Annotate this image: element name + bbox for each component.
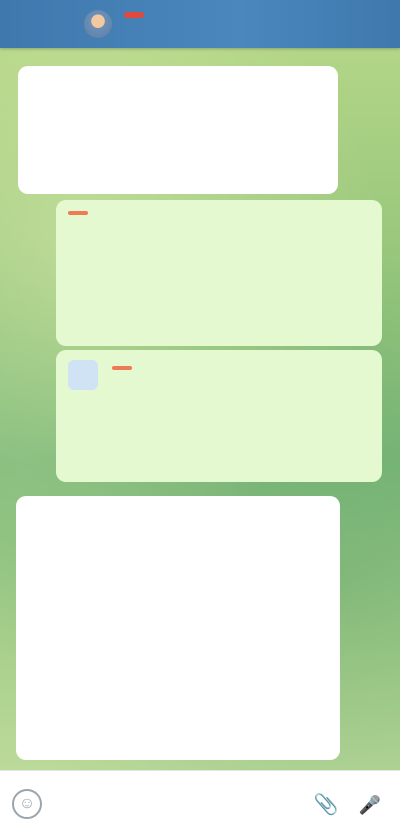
paperclip-icon[interactable]: 📎 bbox=[312, 791, 340, 819]
message-bubble-incoming[interactable] bbox=[18, 66, 338, 194]
smile-icon[interactable]: ☺ bbox=[12, 789, 42, 819]
message-bubble-outgoing[interactable] bbox=[56, 200, 382, 346]
chat-screen: ☺ 📎 🎤 bbox=[0, 0, 400, 838]
message-bubble-outgoing[interactable] bbox=[56, 350, 382, 482]
chat-header bbox=[0, 0, 400, 48]
message-bubble-incoming[interactable] bbox=[16, 496, 340, 760]
microphone-icon[interactable]: 🎤 bbox=[356, 791, 384, 819]
message-input[interactable] bbox=[50, 789, 304, 823]
chat-title[interactable] bbox=[124, 12, 144, 18]
sender-name[interactable] bbox=[68, 211, 88, 215]
sender-name[interactable] bbox=[111, 366, 132, 371]
chat-avatar[interactable] bbox=[84, 10, 112, 38]
media-thumbnail[interactable] bbox=[68, 360, 98, 390]
message-input-bar: ☺ 📎 🎤 bbox=[0, 770, 400, 838]
